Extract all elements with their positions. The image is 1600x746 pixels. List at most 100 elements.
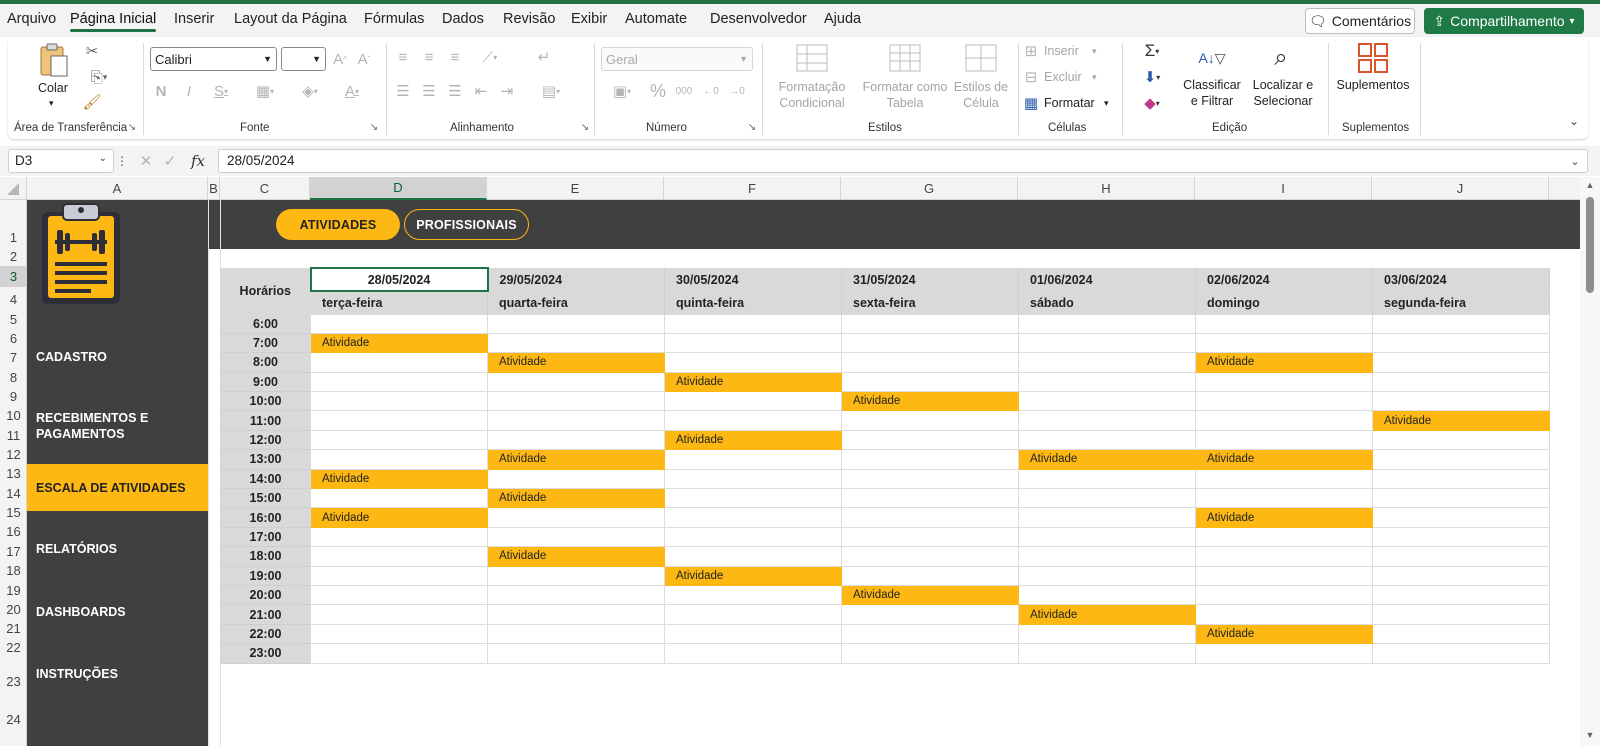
autosum-icon[interactable]: Σ ▾ [1134,41,1170,61]
empty-cell[interactable] [664,643,842,664]
row-header[interactable]: 21 [0,621,27,636]
find-select-icon[interactable]: ⌕ [1264,41,1298,75]
addins-icon[interactable] [1356,41,1390,75]
format-cells-icon[interactable]: ▦ [1022,94,1040,112]
activity-cell[interactable]: Atividade [310,507,488,528]
empty-cell[interactable] [487,507,665,528]
column-header-g[interactable]: G [841,177,1018,200]
empty-cell[interactable] [1195,371,1373,393]
empty-cell[interactable] [310,371,488,393]
empty-cell[interactable] [310,623,488,645]
empty-cell[interactable] [310,604,488,625]
empty-cell[interactable] [1372,584,1550,606]
empty-cell[interactable] [1195,429,1373,451]
activity-cell[interactable]: Atividade [664,371,842,393]
empty-cell[interactable] [487,313,665,334]
menu-pagina-inicial[interactable]: Página Inicial [70,11,157,32]
empty-cell[interactable] [664,391,842,412]
cut-icon[interactable]: ✂ [81,41,103,61]
empty-cell[interactable] [1018,352,1196,373]
empty-cell[interactable] [1372,526,1550,548]
number-format-select[interactable]: Geral ▼ [601,47,753,71]
row-header[interactable]: 24 [0,712,27,727]
empty-cell[interactable] [1372,391,1550,412]
weekday-cell[interactable]: sexta-feira [841,290,1019,315]
italic-icon[interactable]: I [180,81,198,101]
format-as-table-label-2[interactable]: Tabela [858,95,952,111]
empty-cell[interactable] [664,584,842,606]
format-as-table-label-1[interactable]: Formatar como [858,79,952,95]
empty-cell[interactable] [1195,526,1373,548]
empty-cell[interactable] [1195,565,1373,586]
insert-cells-icon[interactable]: ⊞ [1022,42,1040,60]
align-center-icon[interactable]: ☰ [419,81,439,101]
empty-cell[interactable] [1018,313,1196,334]
empty-cell[interactable] [841,449,1019,470]
share-button[interactable]: ⇪ Compartilhamento ▾ [1424,8,1584,34]
insert-cells-label[interactable]: Inserir [1044,43,1079,59]
row-header[interactable]: 23 [0,674,27,689]
activity-cell[interactable]: Atividade [1195,623,1373,645]
empty-cell[interactable] [1372,332,1550,354]
activity-cell[interactable]: Atividade [487,546,665,567]
activity-cell[interactable]: Atividade [664,429,842,451]
empty-cell[interactable] [1372,546,1550,567]
tab-atividades[interactable]: ATIVIDADES [276,209,400,240]
empty-cell[interactable] [841,565,1019,586]
row-header[interactable]: 19 [0,583,27,598]
empty-cell[interactable] [487,391,665,412]
date-cell[interactable]: 02/06/2024 [1195,267,1373,292]
date-cell-selected[interactable]: 28/05/2024 [309,267,489,292]
empty-cell[interactable] [841,623,1019,645]
menu-automate[interactable]: Automate [625,11,687,27]
weekday-cell[interactable]: domingo [1195,290,1373,315]
empty-cell[interactable] [841,643,1019,664]
empty-cell[interactable] [1018,507,1196,528]
empty-cell[interactable] [310,488,488,509]
row-header[interactable]: 2 [0,249,27,264]
find-select-label-1[interactable]: Localizar e [1242,77,1324,93]
name-box[interactable]: D3 ⌄ [8,149,114,173]
empty-cell[interactable] [1372,507,1550,528]
empty-cell[interactable] [1195,313,1373,334]
confirm-entry-icon[interactable]: ✓ [162,152,178,170]
column-header-f[interactable]: F [664,177,841,200]
empty-cell[interactable] [664,332,842,354]
empty-cell[interactable] [487,643,665,664]
format-painter-icon[interactable]: 🖌 [81,92,103,112]
empty-cell[interactable] [841,546,1019,567]
row-header[interactable]: 9 [0,389,27,404]
empty-cell[interactable] [841,429,1019,451]
empty-cell[interactable] [1195,332,1373,354]
empty-cell[interactable] [841,526,1019,548]
thousands-icon[interactable]: 000 [672,81,696,101]
font-size-select[interactable]: ▼ [281,47,326,71]
sort-filter-label-1[interactable]: Classificar [1178,77,1246,93]
align-bottom-icon[interactable]: ≡ [445,47,465,67]
menu-inserir[interactable]: Inserir [174,11,214,27]
empty-cell[interactable] [841,410,1019,431]
row-header[interactable]: 5 [0,312,27,327]
empty-cell[interactable] [1195,546,1373,567]
empty-cell[interactable] [310,565,488,586]
empty-cell[interactable] [1018,468,1196,490]
underline-icon[interactable]: S ▾ [206,81,236,101]
align-middle-icon[interactable]: ≡ [419,47,439,67]
comments-button[interactable]: 🗨 Comentários [1305,8,1415,34]
empty-cell[interactable] [1018,488,1196,509]
sidebar-item-escala-de-atividades[interactable]: ESCALA DE ATIVIDADES [27,464,208,511]
font-name-select[interactable]: Calibri ▼ [150,47,277,71]
empty-cell[interactable] [1372,565,1550,586]
paste-chevron-icon[interactable]: ▾ [49,95,54,111]
column-header-d[interactable]: D [310,177,487,200]
percent-icon[interactable]: % [648,81,668,101]
activity-cell[interactable]: Atividade [1018,449,1196,470]
empty-cell[interactable] [664,410,842,431]
activity-cell[interactable]: Atividade [487,352,665,373]
empty-cell[interactable] [487,526,665,548]
insert-function-icon[interactable]: fx [186,151,210,171]
empty-cell[interactable] [1195,584,1373,606]
column-header-h[interactable]: H [1018,177,1195,200]
copy-icon[interactable]: ⎘ ▾ [81,67,117,87]
empty-cell[interactable] [664,507,842,528]
